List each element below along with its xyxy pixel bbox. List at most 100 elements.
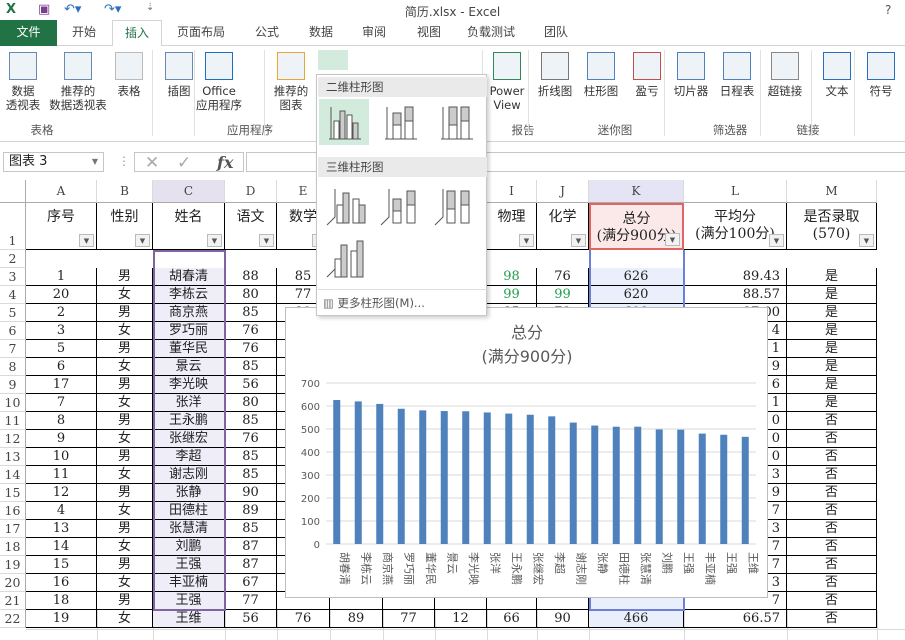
cell-A20[interactable]: 18 xyxy=(26,592,97,610)
header-cell-A[interactable]: 序号 ▼ xyxy=(26,203,97,250)
column-header-D[interactable]: D xyxy=(225,180,277,203)
3d-column-option[interactable] xyxy=(323,235,373,281)
ribbon-button-5-1[interactable]: 柱形图 xyxy=(578,52,624,98)
cell-J3[interactable]: 99 xyxy=(537,286,589,304)
enter-icon[interactable]: ✓ xyxy=(177,153,191,173)
cell-K2[interactable]: 626 xyxy=(589,268,684,286)
cell-A8[interactable]: 17 xyxy=(26,376,97,394)
ribbon-button-0-0[interactable]: 数据 透视表 xyxy=(0,52,46,112)
cell-D17[interactable]: 87 xyxy=(225,538,277,556)
help-button[interactable]: ? xyxy=(885,3,891,17)
cell-C17[interactable]: 刘鹏 xyxy=(153,538,225,556)
column-header-B[interactable]: B xyxy=(97,180,153,203)
clustered-column-option[interactable] xyxy=(319,99,369,145)
header-cell-M[interactable]: 是否录取 (570) ▼ xyxy=(787,203,877,250)
cell-D15[interactable]: 89 xyxy=(225,502,277,520)
row-header-18[interactable]: 18 xyxy=(0,538,26,556)
filter-dropdown-button[interactable]: ▼ xyxy=(79,234,94,247)
cell-D11[interactable]: 76 xyxy=(225,430,277,448)
cell-A9[interactable]: 7 xyxy=(26,394,97,412)
cell-C16[interactable]: 张慧清 xyxy=(153,520,225,538)
cell-A16[interactable]: 13 xyxy=(26,520,97,538)
cell-D7[interactable]: 85 xyxy=(225,358,277,376)
filter-dropdown-button[interactable]: ▼ xyxy=(571,234,586,247)
ribbon-button-0-2[interactable]: 表格 xyxy=(106,52,152,98)
cell-M13[interactable]: 否 xyxy=(787,466,877,484)
tab-7[interactable]: 视图 xyxy=(405,20,453,46)
filter-dropdown-button[interactable]: ▼ xyxy=(665,233,680,246)
cell-A3[interactable]: 20 xyxy=(26,286,97,304)
cell-A6[interactable]: 5 xyxy=(26,340,97,358)
cell-M15[interactable]: 否 xyxy=(787,502,877,520)
3d-clustered-column-option[interactable] xyxy=(323,183,373,229)
cell-A10[interactable]: 8 xyxy=(26,412,97,430)
cell-D4[interactable]: 85 xyxy=(225,304,277,322)
cell-L2[interactable]: 89.43 xyxy=(684,268,787,286)
cell-M12[interactable]: 否 xyxy=(787,448,877,466)
ribbon-button-3-0[interactable]: 推荐的 图表 xyxy=(268,52,314,112)
row-header-6[interactable]: 6 xyxy=(0,322,26,340)
cell-C14[interactable]: 张静 xyxy=(153,484,225,502)
cell-C2[interactable]: 胡春清 xyxy=(153,268,225,286)
bar-chart-dropdown[interactable] xyxy=(352,50,382,70)
cell-A12[interactable]: 10 xyxy=(26,448,97,466)
cell-B11[interactable]: 女 xyxy=(97,430,153,448)
cell-M3[interactable]: 是 xyxy=(787,286,877,304)
tab-3[interactable]: 页面布局 xyxy=(165,20,237,46)
cell-C3[interactable]: 李栋云 xyxy=(153,286,225,304)
cell-K3[interactable]: 620 xyxy=(589,286,684,304)
cell-C11[interactable]: 张继宏 xyxy=(153,430,225,448)
cell-M20[interactable]: 否 xyxy=(787,592,877,610)
cell-C19[interactable]: 丰亚楠 xyxy=(153,574,225,592)
cell-E21[interactable]: 76 xyxy=(277,610,330,628)
header-cell-D[interactable]: 语文 ▼ xyxy=(225,203,277,250)
cell-C12[interactable]: 李超 xyxy=(153,448,225,466)
stacked-column-option[interactable] xyxy=(375,99,425,145)
cell-B13[interactable]: 女 xyxy=(97,466,153,484)
cell-M4[interactable]: 是 xyxy=(787,304,877,322)
cell-G21[interactable]: 77 xyxy=(383,610,435,628)
ribbon-button-7-0[interactable]: 超链接 xyxy=(762,52,808,98)
cell-C15[interactable]: 田德柱 xyxy=(153,502,225,520)
row-header-22[interactable]: 22 xyxy=(0,610,26,628)
cell-C18[interactable]: 王强 xyxy=(153,556,225,574)
header-cell-K[interactable]: 总分 (满分900分) ▼ xyxy=(589,203,684,250)
cell-A18[interactable]: 15 xyxy=(26,556,97,574)
filter-dropdown-button[interactable]: ▼ xyxy=(769,234,784,247)
cell-M16[interactable]: 否 xyxy=(787,520,877,538)
filter-dropdown-button[interactable]: ▼ xyxy=(259,234,274,247)
cell-B21[interactable]: 女 xyxy=(97,610,153,628)
cell-B19[interactable]: 女 xyxy=(97,574,153,592)
cell-K21[interactable]: 466 xyxy=(589,610,684,628)
row-header-14[interactable]: 14 xyxy=(0,466,26,484)
cell-I21[interactable]: 66 xyxy=(487,610,537,628)
header-cell-J[interactable]: 化学 ▼ xyxy=(537,203,589,250)
cell-C6[interactable]: 董华民 xyxy=(153,340,225,358)
cell-M9[interactable]: 是 xyxy=(787,394,877,412)
name-box[interactable]: 图表 3 ▼ xyxy=(3,152,104,172)
cell-C10[interactable]: 王永鹏 xyxy=(153,412,225,430)
cell-M17[interactable]: 否 xyxy=(787,538,877,556)
column-chart-dropdown[interactable] xyxy=(318,50,348,70)
row-header-8[interactable]: 8 xyxy=(0,358,26,376)
header-cell-I[interactable]: 物理 ▼ xyxy=(487,203,537,250)
cell-B7[interactable]: 女 xyxy=(97,358,153,376)
cell-B14[interactable]: 男 xyxy=(97,484,153,502)
cell-B18[interactable]: 男 xyxy=(97,556,153,574)
cell-B15[interactable]: 女 xyxy=(97,502,153,520)
tab-1[interactable]: 开始 xyxy=(60,20,108,46)
cell-I2[interactable]: 98 xyxy=(487,268,537,286)
cell-D16[interactable]: 85 xyxy=(225,520,277,538)
cell-M8[interactable]: 是 xyxy=(787,376,877,394)
ribbon-button-6-1[interactable]: 日程表 xyxy=(714,52,760,98)
ribbon-button-6-0[interactable]: 切片器 xyxy=(668,52,714,98)
column-header-A[interactable]: A xyxy=(26,180,97,203)
cell-B16[interactable]: 男 xyxy=(97,520,153,538)
insert-function-icon[interactable]: fx xyxy=(217,153,233,172)
cell-D12[interactable]: 85 xyxy=(225,448,277,466)
cell-M19[interactable]: 否 xyxy=(787,574,877,592)
chart[interactable]: 总分 (满分900分) 0 100 200 300 400 500 600 700 胡春清 李栋云 商京… xyxy=(285,307,768,598)
cell-B17[interactable]: 女 xyxy=(97,538,153,556)
row-header-16[interactable]: 16 xyxy=(0,502,26,520)
cell-B4[interactable]: 男 xyxy=(97,304,153,322)
